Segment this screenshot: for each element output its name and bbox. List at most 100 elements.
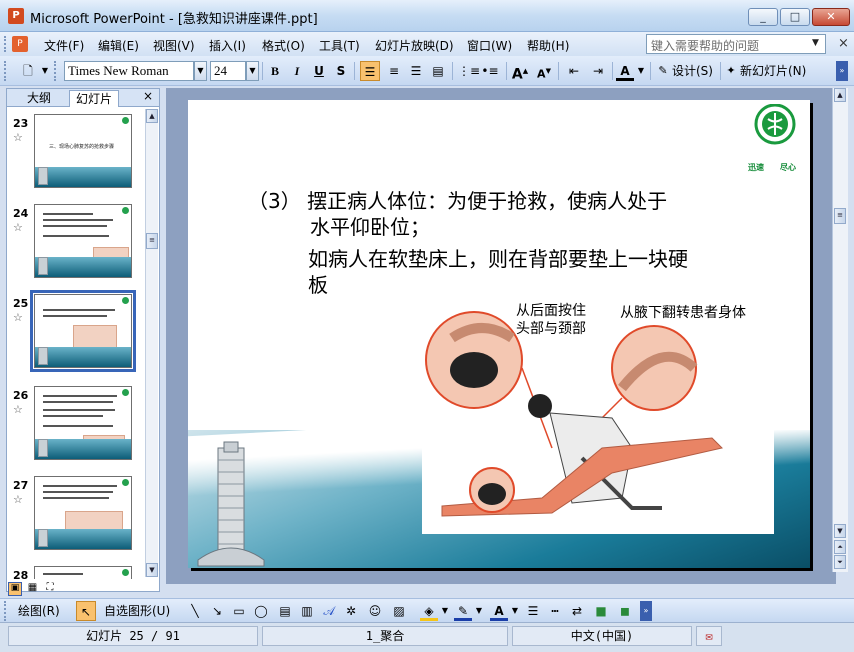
slide-scrollbar[interactable]: ▲ ≡ ▼ ⏶ ⏷ — [832, 88, 848, 572]
distribute-icon[interactable]: ▤ — [428, 61, 448, 81]
slide-thumbnail-25[interactable] — [30, 290, 136, 372]
dash-style-icon[interactable]: ┅ — [546, 601, 564, 621]
toolbar-grip[interactable] — [4, 61, 8, 81]
slide-sorter-icon[interactable]: ▦ — [26, 582, 40, 593]
help-dropdown-icon[interactable]: ▼ — [812, 38, 819, 48]
line-color-icon[interactable]: ✎ — [454, 601, 472, 621]
document-close-button[interactable]: × — [838, 36, 849, 51]
line-style-icon[interactable]: ☰ — [524, 601, 542, 621]
picture-icon[interactable]: ▨ — [390, 601, 408, 621]
font-color-draw-icon[interactable]: A — [490, 601, 508, 621]
oval-tool-icon[interactable]: ◯ — [252, 601, 270, 621]
tab-slides[interactable]: 幻灯片 — [69, 90, 120, 107]
spelling-check-icon[interactable]: ✉ — [696, 626, 722, 646]
diagram-icon[interactable]: ✲ — [342, 601, 360, 621]
slideshow-icon[interactable]: ⛶ — [43, 582, 57, 593]
help-search-input[interactable]: 键入需要帮助的问题 — [646, 34, 826, 54]
font-color-draw-dropdown-icon[interactable]: ▼ — [510, 601, 520, 621]
normal-view-icon[interactable]: ▣ — [8, 582, 22, 596]
design-icon[interactable]: ✎ — [656, 61, 670, 81]
font-size-combobox[interactable]: 24 — [210, 61, 246, 81]
menu-view[interactable]: 视图(V) — [153, 37, 195, 54]
3d-style-icon[interactable]: ◼ — [616, 601, 634, 621]
font-color-icon[interactable]: A — [616, 61, 634, 81]
slide-thumbnail-28[interactable] — [34, 566, 132, 579]
menu-grip[interactable] — [4, 36, 7, 52]
menu-help[interactable]: 帮助(H) — [527, 37, 569, 54]
tab-outline[interactable]: 大纲 — [21, 90, 57, 107]
new-slide-icon[interactable]: ✦ — [724, 61, 738, 81]
scroll-up-icon[interactable]: ▲ — [146, 109, 158, 123]
new-slide-button[interactable]: 新幻灯片(N) — [740, 61, 812, 81]
clipart-icon[interactable]: ☺ — [366, 601, 384, 621]
select-pointer-icon[interactable]: ↖ — [76, 601, 96, 621]
minimize-button[interactable]: _ — [748, 8, 778, 26]
align-left-icon[interactable]: ☰ — [360, 61, 380, 81]
underline-button[interactable]: U — [310, 61, 328, 81]
scroll-up-icon[interactable]: ▲ — [834, 88, 846, 102]
numbering-icon[interactable]: ⋮≡ — [458, 61, 480, 81]
italic-button[interactable]: I — [288, 61, 306, 81]
increase-font-icon[interactable]: A▲ — [510, 61, 530, 83]
textbox-tool-icon[interactable]: ▤ — [276, 601, 294, 621]
close-button[interactable]: ✕ — [812, 8, 850, 26]
wordart-icon[interactable]: 𝒜 — [320, 601, 338, 621]
increase-indent-icon[interactable]: ⇥ — [588, 61, 608, 81]
pane-close-icon[interactable]: × — [143, 89, 153, 103]
align-right-icon[interactable]: ☰ — [406, 61, 426, 81]
slide-thumbnail-27[interactable] — [34, 476, 132, 550]
slide-number: 25 — [13, 297, 29, 310]
scroll-thumb[interactable]: ≡ — [834, 208, 846, 224]
menu-slideshow[interactable]: 幻灯片放映(D) — [375, 37, 454, 54]
line-tool-icon[interactable]: ╲ — [186, 601, 204, 621]
next-slide-icon[interactable]: ⏷ — [834, 555, 846, 569]
arrow-style-icon[interactable]: ⇄ — [568, 601, 586, 621]
vertical-textbox-icon[interactable]: ▥ — [298, 601, 316, 621]
drawbar-options-icon[interactable]: » — [640, 601, 652, 621]
toolbar-grip-2[interactable] — [54, 61, 58, 81]
animation-star-icon: ☆ — [13, 403, 23, 416]
line-color-dropdown-icon[interactable]: ▼ — [474, 601, 484, 621]
menu-file[interactable]: 文件(F) — [44, 37, 84, 54]
fill-color-dropdown-icon[interactable]: ▼ — [440, 601, 450, 621]
maximize-button[interactable]: □ — [780, 8, 810, 26]
font-name-dropdown-icon[interactable]: ▼ — [194, 61, 207, 81]
menu-tools[interactable]: 工具(T) — [319, 37, 360, 54]
font-size-dropdown-icon[interactable]: ▼ — [246, 61, 259, 81]
menu-insert[interactable]: 插入(I) — [209, 37, 246, 54]
previous-slide-icon[interactable]: ⏶ — [834, 540, 846, 554]
menu-window[interactable]: 窗口(W) — [467, 37, 512, 54]
slide-thumbnail-23[interactable]: 三、现场心肺复苏的抢救步骤 — [34, 114, 132, 188]
slide-thumbnail-24[interactable] — [34, 204, 132, 278]
thumb-logo — [122, 297, 129, 304]
scroll-down-icon[interactable]: ▼ — [146, 563, 158, 577]
document-icon[interactable]: P — [12, 36, 28, 52]
shadow-button[interactable]: S — [332, 61, 350, 81]
decrease-indent-icon[interactable]: ⇤ — [564, 61, 584, 81]
thumbnail-scrollbar[interactable]: ▲ ≡ ▼ — [145, 109, 158, 577]
autoshapes-button[interactable]: 自选图形(U) — [104, 601, 184, 621]
align-center-icon[interactable]: ≡ — [384, 61, 404, 81]
toolbar-options-icon[interactable]: » — [836, 61, 848, 81]
font-name-combobox[interactable]: Times New Roman — [64, 61, 194, 81]
bullets-icon[interactable]: •≡ — [480, 61, 500, 81]
shadow-style-icon[interactable]: ■ — [592, 601, 610, 621]
current-slide[interactable]: 迅速 尽心 （3） 摆正病人体位：为便于抢救，使病人处于 水平仰卧位； 如病人在… — [188, 100, 810, 568]
scroll-thumb[interactable]: ≡ — [146, 233, 158, 249]
new-document-icon[interactable]: 🗋 — [18, 61, 38, 81]
draw-menu-button[interactable]: 绘图(R) — [18, 601, 74, 621]
menu-edit[interactable]: 编辑(E) — [98, 37, 139, 54]
bold-button[interactable]: B — [266, 61, 284, 81]
scroll-down-icon[interactable]: ▼ — [834, 524, 846, 538]
fill-color-icon[interactable]: ◈ — [420, 601, 438, 621]
menu-format[interactable]: 格式(O) — [262, 37, 305, 54]
decrease-font-icon[interactable]: A▼ — [534, 61, 554, 81]
arrow-tool-icon[interactable]: ↘ — [208, 601, 226, 621]
new-dropdown-icon[interactable]: ▼ — [40, 61, 50, 81]
slide-thumbnail-26[interactable] — [34, 386, 132, 460]
rectangle-tool-icon[interactable]: ▭ — [230, 601, 248, 621]
font-color-dropdown-icon[interactable]: ▼ — [636, 61, 646, 81]
toolbar-grip[interactable] — [4, 601, 8, 621]
slide-number: 27 — [13, 479, 29, 492]
design-button[interactable]: 设计(S) — [672, 61, 718, 81]
